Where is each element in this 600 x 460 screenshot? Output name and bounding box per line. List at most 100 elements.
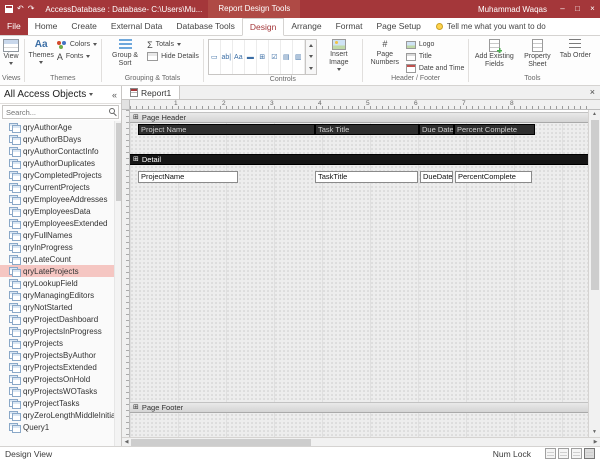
nav-item-query[interactable]: qryEmployeesData xyxy=(0,205,121,217)
nav-item-query[interactable]: qryFullNames xyxy=(0,229,121,241)
header-label-control[interactable]: Percent Complete xyxy=(454,124,535,135)
insert-image-button[interactable]: Insert Image xyxy=(320,39,358,71)
ribbon-tab[interactable]: Arrange xyxy=(284,18,328,35)
vertical-ruler[interactable] xyxy=(122,110,130,437)
scroll-right-icon[interactable]: ▶ xyxy=(591,439,600,445)
nav-item-query[interactable]: qryAuthorBDays xyxy=(0,133,121,145)
title-button[interactable]: Title xyxy=(406,51,465,62)
control-icon[interactable]: ▤ xyxy=(281,40,293,74)
control-icon[interactable]: ▬ xyxy=(245,40,257,74)
nav-item-query[interactable]: qryLookupField xyxy=(0,277,121,289)
textbox-control[interactable]: PercentComplete xyxy=(455,171,532,183)
nav-item-query[interactable]: qryCompletedProjects xyxy=(0,169,121,181)
control-icon[interactable]: Aa xyxy=(233,40,245,74)
date-time-button[interactable]: Date and Time xyxy=(406,63,465,74)
scroll-up-icon[interactable]: ▲ xyxy=(592,110,597,119)
nav-item-query[interactable]: qryAuthorDuplicates xyxy=(0,157,121,169)
nav-item-query[interactable]: qryManagingEditors xyxy=(0,289,121,301)
nav-item-query[interactable]: qryLateCount xyxy=(0,253,121,265)
page-footer-grid[interactable] xyxy=(130,413,588,437)
add-existing-fields-button[interactable]: Add Existing Fields xyxy=(473,39,515,69)
nav-item-query[interactable]: qryProjects xyxy=(0,337,121,349)
page-header-grid[interactable]: Project NameTask TitleDue DatePercent Co… xyxy=(130,123,588,154)
ribbon-tab[interactable]: Format xyxy=(329,18,370,35)
nav-item-query[interactable]: qryAuthorAge xyxy=(0,121,121,133)
control-icon[interactable]: ab| xyxy=(221,40,233,74)
nav-item-query[interactable]: qryProjectDashboard xyxy=(0,313,121,325)
fonts-button[interactable]: A Fonts xyxy=(57,51,97,62)
close-button[interactable]: × xyxy=(585,0,600,18)
layout-view-button[interactable] xyxy=(571,448,582,459)
nav-item-query[interactable]: qryNotStarted xyxy=(0,301,121,313)
shutter-bar-icon[interactable]: « xyxy=(112,90,117,100)
nav-item-query[interactable]: qryProjectsOnHold xyxy=(0,373,121,385)
control-icon[interactable]: ▭ xyxy=(209,40,221,74)
scroll-down-icon[interactable]: ▼ xyxy=(592,428,597,437)
nav-item-query[interactable]: qryEmployeesExtended xyxy=(0,217,121,229)
nav-item-query[interactable]: qryProjectsExtended xyxy=(0,361,121,373)
page-header-section-bar[interactable]: ⊞ Page Header xyxy=(130,112,588,123)
ribbon-tab[interactable]: Database Tools xyxy=(169,18,241,35)
nav-item-query[interactable]: qryCurrentProjects xyxy=(0,181,121,193)
property-sheet-button[interactable]: Property Sheet xyxy=(518,39,556,69)
scroll-left-icon[interactable]: ◀ xyxy=(122,439,131,445)
nav-item-query[interactable]: qryInProgress xyxy=(0,241,121,253)
ribbon-tab[interactable]: External Data xyxy=(104,18,170,35)
ribbon-tab[interactable]: Design xyxy=(242,18,284,36)
detail-grid[interactable]: ProjectName TaskTitleDueDatePercentComple… xyxy=(130,165,588,402)
nav-item-query[interactable]: qryProjectsWOTasks xyxy=(0,385,121,397)
search-input[interactable] xyxy=(2,105,119,119)
ribbon-tab[interactable]: File xyxy=(0,18,28,35)
horizontal-scrollbar-thumb[interactable] xyxy=(131,439,311,446)
nav-item-query[interactable]: qryProjectsByAuthor xyxy=(0,349,121,361)
page-numbers-button[interactable]: # Page Numbers xyxy=(367,39,403,67)
group-sort-button[interactable]: Group & Sort xyxy=(106,39,144,68)
restore-button[interactable]: □ xyxy=(570,0,585,18)
header-label-control[interactable]: Task Title xyxy=(315,124,419,135)
design-view-button[interactable] xyxy=(584,448,595,459)
view-button[interactable]: View xyxy=(3,39,19,65)
detail-section-bar[interactable]: ⊞ Detail xyxy=(130,154,588,165)
textbox-control[interactable]: DueDate xyxy=(420,171,453,183)
nav-item-query[interactable]: qryLateProjects xyxy=(0,265,121,277)
document-tab-report1[interactable]: Report1 xyxy=(122,86,180,99)
nav-pane-header[interactable]: All Access Objects « xyxy=(0,86,121,104)
control-icon[interactable]: ⊞ xyxy=(257,40,269,74)
nav-scrollbar-thumb[interactable] xyxy=(116,123,121,201)
control-icon[interactable]: ▥ xyxy=(293,40,305,74)
horizontal-scrollbar[interactable]: ◀ ▶ xyxy=(122,437,600,446)
save-icon[interactable] xyxy=(5,5,13,13)
document-close-icon[interactable]: × xyxy=(585,86,600,99)
vertical-scrollbar[interactable]: ▲ ▼ xyxy=(588,110,600,437)
nav-item-query[interactable]: qryAuthorContactInfo xyxy=(0,145,121,157)
header-label-control[interactable]: Project Name xyxy=(138,124,315,135)
ribbon-tab[interactable]: Create xyxy=(64,18,104,35)
undo-icon[interactable]: ↶ xyxy=(17,0,24,18)
totals-button[interactable]: Σ Totals xyxy=(147,39,199,50)
report-selector-button[interactable] xyxy=(122,100,130,109)
themes-button[interactable]: Aa Themes xyxy=(29,39,54,64)
tell-me-box[interactable]: Tell me what you want to do xyxy=(428,18,554,35)
report-view-button[interactable] xyxy=(545,448,556,459)
nav-item-query[interactable]: Query1 xyxy=(0,421,121,433)
ribbon-tab[interactable]: Home xyxy=(28,18,65,35)
vertical-scrollbar-thumb[interactable] xyxy=(591,120,599,290)
minimize-button[interactable]: – xyxy=(555,0,570,18)
redo-icon[interactable]: ↷ xyxy=(28,0,35,18)
logo-button[interactable]: Logo xyxy=(406,39,465,50)
colors-button[interactable]: Colors xyxy=(57,39,97,50)
textbox-control[interactable]: ProjectName xyxy=(138,171,238,183)
ribbon-tab[interactable]: Page Setup xyxy=(369,18,427,35)
nav-item-query[interactable]: qryProjectsInProgress xyxy=(0,325,121,337)
textbox-control[interactable]: TaskTitle xyxy=(315,171,418,183)
horizontal-ruler[interactable]: 12345678 xyxy=(130,100,588,109)
header-label-control[interactable]: Due Date xyxy=(419,124,454,135)
page-footer-section-bar[interactable]: ⊞ Page Footer xyxy=(130,402,588,413)
nav-item-query[interactable]: qryProjectTasks xyxy=(0,397,121,409)
print-preview-button[interactable] xyxy=(558,448,569,459)
nav-item-query[interactable]: qryZeroLengthMiddleInitial xyxy=(0,409,121,421)
signed-in-user[interactable]: Muhammad Waqas xyxy=(470,5,555,14)
hide-details-button[interactable]: Hide Details xyxy=(147,51,199,62)
control-icon[interactable]: ☑ xyxy=(269,40,281,74)
nav-scrollbar[interactable] xyxy=(114,121,121,446)
